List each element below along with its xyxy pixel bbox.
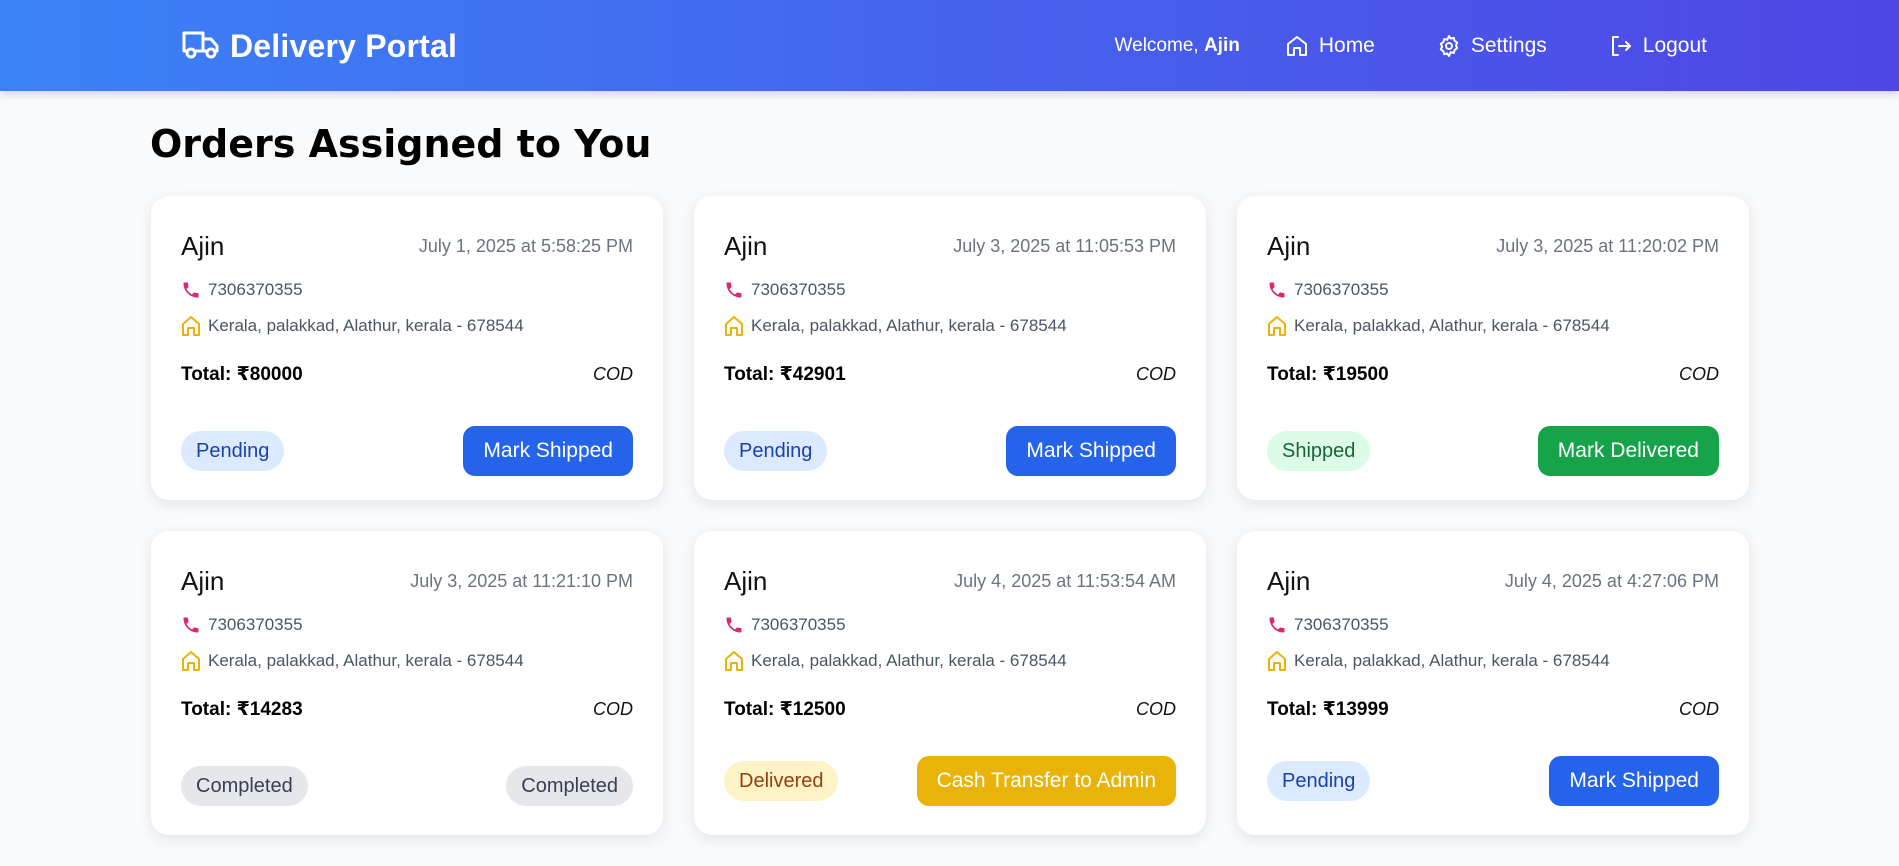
status-badge: Pending — [1267, 761, 1371, 801]
page-title: Orders Assigned to You — [150, 122, 652, 166]
logout-icon — [1609, 34, 1633, 58]
cash-transfer-button[interactable]: Cash Transfer to Admin — [916, 756, 1176, 806]
phone-icon — [1267, 280, 1287, 300]
phone-number: 7306370355 — [1294, 280, 1389, 299]
welcome-prefix: Welcome, — [1114, 35, 1204, 56]
phone-icon — [724, 615, 744, 635]
mark-shipped-button[interactable]: Mark Shipped — [1006, 426, 1176, 476]
phone-icon — [181, 280, 201, 300]
top-navbar: Delivery Portal Welcome, Ajin Home Setti… — [0, 0, 1899, 91]
order-total: Total: ₹13999 — [1267, 699, 1389, 720]
phone-icon — [724, 280, 744, 300]
phone-number: 7306370355 — [208, 615, 303, 634]
order-date: July 4, 2025 at 11:53:54 AM — [954, 571, 1176, 591]
phone-number: 7306370355 — [1294, 615, 1389, 634]
address: Kerala, palakkad, Alathur, kerala - 6785… — [751, 651, 1067, 670]
status-badge: Delivered — [724, 761, 839, 801]
order-card: Ajin July 3, 2025 at 11:21:10 PM 7306370… — [151, 531, 663, 835]
welcome-user-name: Ajin — [1203, 35, 1240, 56]
customer-name: Ajin — [724, 231, 768, 261]
payment-method: COD — [1679, 699, 1719, 719]
house-icon — [1267, 650, 1287, 672]
order-total: Total: ₹12500 — [724, 699, 846, 720]
order-date: July 3, 2025 at 11:21:10 PM — [410, 571, 633, 591]
nav-logout-link[interactable]: Logout — [1609, 34, 1707, 58]
order-total: Total: ₹80000 — [181, 364, 303, 385]
payment-method: COD — [593, 699, 633, 719]
order-date: July 3, 2025 at 11:05:53 PM — [953, 236, 1176, 256]
phone-number: 7306370355 — [751, 615, 846, 634]
customer-name: Ajin — [181, 566, 225, 596]
customer-name: Ajin — [181, 231, 225, 261]
payment-method: COD — [1679, 364, 1719, 384]
order-card: Ajin July 4, 2025 at 11:53:54 AM 7306370… — [694, 531, 1206, 835]
status-badge: Shipped — [1267, 431, 1371, 471]
address: Kerala, palakkad, Alathur, kerala - 6785… — [1294, 316, 1610, 335]
payment-method: COD — [593, 364, 633, 384]
nav-logout-label: Logout — [1642, 34, 1707, 57]
customer-name: Ajin — [724, 566, 768, 596]
status-badge: Pending — [724, 431, 828, 471]
mark-delivered-button[interactable]: Mark Delivered — [1537, 426, 1719, 476]
address: Kerala, palakkad, Alathur, kerala - 6785… — [1294, 651, 1610, 670]
phone-number: 7306370355 — [208, 280, 303, 299]
status-badge: Pending — [181, 431, 285, 471]
nav-home-label: Home — [1318, 34, 1375, 57]
mark-shipped-button[interactable]: Mark Shipped — [463, 426, 633, 476]
order-total: Total: ₹19500 — [1267, 364, 1389, 385]
truck-icon — [182, 28, 220, 65]
address: Kerala, palakkad, Alathur, kerala - 6785… — [208, 316, 524, 335]
nav-right: Welcome, Ajin Home Settings Logout — [1115, 28, 1707, 64]
phone-icon — [181, 615, 201, 635]
brand[interactable]: Delivery Portal — [182, 28, 457, 64]
payment-method: COD — [1136, 364, 1176, 384]
completed-label: Completed — [506, 766, 633, 806]
orders-grid: Ajin July 1, 2025 at 5:58:25 PM 73063703… — [151, 196, 1751, 835]
order-card: Ajin July 1, 2025 at 5:58:25 PM 73063703… — [151, 196, 663, 500]
brand-title: Delivery Portal — [230, 27, 458, 64]
house-icon — [181, 650, 201, 672]
customer-name: Ajin — [1267, 231, 1311, 261]
customer-name: Ajin — [1267, 566, 1311, 596]
welcome-text: Welcome, Ajin — [1115, 35, 1240, 57]
order-total: Total: ₹42901 — [724, 364, 846, 385]
payment-method: COD — [1136, 699, 1176, 719]
order-total: Total: ₹14283 — [181, 699, 303, 720]
address: Kerala, palakkad, Alathur, kerala - 6785… — [208, 651, 524, 670]
phone-number: 7306370355 — [751, 280, 846, 299]
mark-shipped-button[interactable]: Mark Shipped — [1549, 756, 1719, 806]
home-icon — [1285, 34, 1309, 58]
house-icon — [724, 315, 744, 337]
phone-icon — [1267, 615, 1287, 635]
house-icon — [1267, 315, 1287, 337]
order-card: Ajin July 3, 2025 at 11:05:53 PM 7306370… — [694, 196, 1206, 500]
nav-home-link[interactable]: Home — [1285, 34, 1375, 58]
gear-icon — [1437, 34, 1461, 58]
nav-settings-label: Settings — [1470, 34, 1547, 57]
address: Kerala, palakkad, Alathur, kerala - 6785… — [751, 316, 1067, 335]
order-card: Ajin July 4, 2025 at 4:27:06 PM 73063703… — [1237, 531, 1749, 835]
status-badge: Completed — [181, 766, 308, 806]
order-date: July 4, 2025 at 4:27:06 PM — [1504, 571, 1719, 591]
house-icon — [724, 650, 744, 672]
order-card: Ajin July 3, 2025 at 11:20:02 PM 7306370… — [1237, 196, 1749, 500]
house-icon — [181, 315, 201, 337]
order-date: July 3, 2025 at 11:20:02 PM — [1496, 236, 1719, 256]
order-date: July 1, 2025 at 5:58:25 PM — [418, 236, 633, 256]
nav-settings-link[interactable]: Settings — [1437, 34, 1547, 58]
